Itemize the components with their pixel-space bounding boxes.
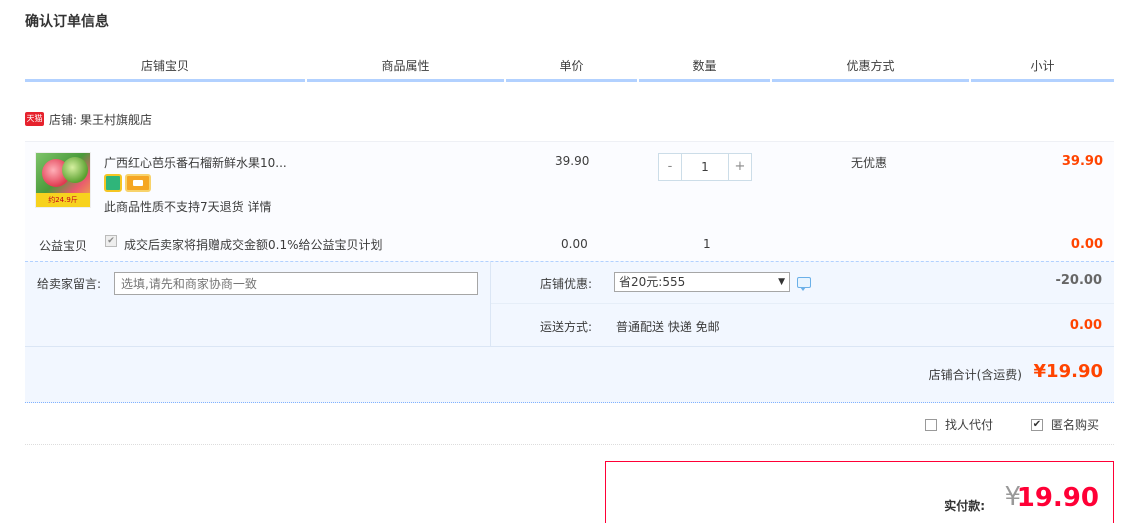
payment-summary: 实付款: ¥ 19.90 (605, 461, 1114, 523)
tmall-icon: 天猫 (25, 112, 44, 126)
shop-label: 店铺: (49, 112, 78, 127)
coupon-select[interactable]: 省20元:555 ▼ (614, 272, 790, 292)
item-subtotal: 39.90 (1061, 154, 1103, 169)
payment-amount: 19.90 (1016, 483, 1099, 513)
column-header-attributes: 商品属性 (307, 50, 504, 82)
anonymous-purchase-option[interactable]: ✔ 匿名购买 (1031, 416, 1099, 433)
quantity-increase-button[interactable]: + (728, 153, 752, 181)
quantity-input[interactable]: 1 (682, 153, 728, 181)
quantity-stepper: - 1 + (658, 153, 752, 181)
seller-message-input[interactable] (114, 272, 478, 295)
charity-row: 公益宝贝 ✔ 成交后卖家将捐赠成交金额0.1%给公益宝贝计划 0.00 1 0.… (25, 226, 1114, 262)
shipping-label: 运送方式: (540, 320, 593, 334)
coupon-row: 店铺优惠: 省20元:555 ▼ -20.00 (491, 262, 1114, 304)
unit-price: 39.90 (555, 154, 590, 168)
service-badge-icon[interactable] (104, 174, 122, 192)
chat-bubble-icon[interactable] (797, 277, 811, 291)
column-header-unit-price: 单价 (506, 50, 637, 82)
charity-text: 成交后卖家将捐赠成交金额0.1%给公益宝贝计划 (124, 238, 383, 252)
charity-quantity: 1 (703, 237, 711, 251)
product-thumbnail[interactable]: 约24.9斤 (35, 152, 91, 208)
coupon-selected-value: 省20元:555 (619, 275, 686, 289)
thumb-tag: 约24.9斤 (36, 193, 90, 207)
anonymous-purchase-label: 匿名购买 (1051, 418, 1100, 432)
column-header-discount: 优惠方式 (772, 50, 969, 82)
coupon-label: 店铺优惠: (540, 277, 593, 291)
seller-message-label: 给卖家留言: (37, 277, 102, 291)
proxy-pay-checkbox[interactable] (925, 418, 937, 431)
payment-label: 实付款: (944, 499, 985, 513)
page-title: 确认订单信息 (25, 14, 109, 30)
anonymous-purchase-checkbox[interactable]: ✔ (1031, 418, 1043, 431)
item-row: 约24.9斤 广西红心芭乐番石榴新鲜水果10... 此商品性质不支持7天退货 详… (25, 142, 1114, 226)
proxy-pay-label: 找人代付 (945, 418, 994, 432)
shipping-method: 普通配送 快递 免邮 (616, 320, 720, 334)
charity-subtotal: 0.00 (1070, 237, 1103, 252)
order-item: 约24.9斤 广西红心芭乐番石榴新鲜水果10... 此商品性质不支持7天退货 详… (25, 141, 1114, 261)
refund-policy-note[interactable]: 此商品性质不支持7天退货 详情 (104, 198, 271, 215)
charity-label: 公益宝贝 (39, 239, 88, 253)
column-header-subtotal: 小计 (971, 50, 1114, 82)
proxy-pay-option[interactable]: 找人代付 (925, 416, 993, 433)
purchase-options: 找人代付 ✔ 匿名购买 (25, 403, 1114, 445)
shipping-fee: 0.00 (1069, 318, 1102, 333)
product-title-link[interactable]: 广西红心芭乐番石榴新鲜水果10... (104, 154, 287, 171)
quantity-decrease-button[interactable]: - (658, 153, 682, 181)
charity-price: 0.00 (561, 237, 588, 251)
order-extras: 给卖家留言: 店铺优惠: 省20元:555 ▼ -20.00 运送方式: 普通配… (25, 261, 1114, 403)
shop-total-row: 店铺合计(含运费) ¥19.90 (25, 346, 1114, 404)
dropdown-arrow-icon: ▼ (778, 277, 785, 287)
shop-name-link[interactable]: 果王村旗舰店 (80, 111, 152, 128)
charity-checkbox: ✔ (105, 235, 117, 247)
seller-message-section: 给卖家留言: (25, 262, 491, 346)
coupon-amount: -20.00 (1055, 273, 1102, 288)
shipping-row: 运送方式: 普通配送 快递 免邮 0.00 (491, 304, 1114, 346)
credit-card-icon[interactable] (125, 174, 151, 192)
shop-total-value: ¥19.90 (1033, 361, 1103, 382)
shop-total-label: 店铺合计(含运费) (928, 368, 1022, 382)
shop-info: 天猫 店铺: 果王村旗舰店 (25, 110, 152, 128)
discount-method: 无优惠 (851, 156, 888, 170)
column-header-quantity: 数量 (639, 50, 770, 82)
column-header-item: 店铺宝贝 (25, 50, 305, 82)
